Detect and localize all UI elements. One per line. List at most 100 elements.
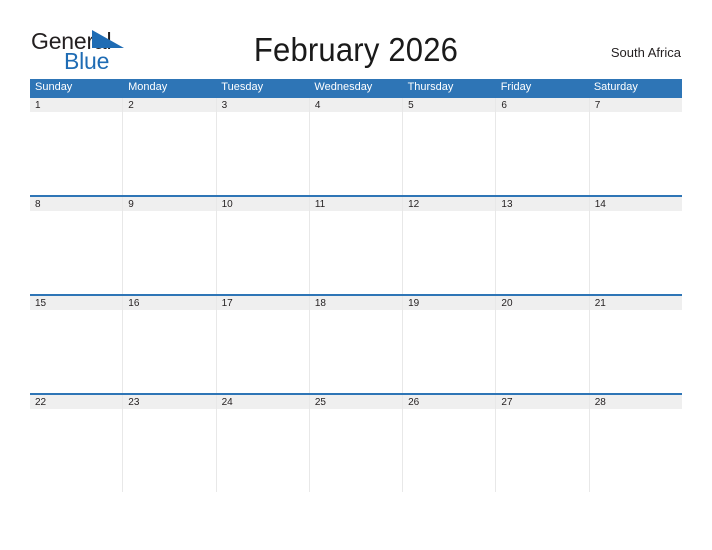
day-cell[interactable]: 22 (30, 395, 124, 492)
day-cell[interactable]: 12 (403, 197, 497, 294)
day-number-band: 16 (123, 296, 216, 311)
day-events-area[interactable] (589, 212, 682, 294)
day-number-band: 11 (309, 197, 403, 212)
day-number-band: 26 (403, 395, 496, 410)
day-cell[interactable]: 23 (123, 395, 217, 492)
day-cell[interactable]: 26 (403, 395, 497, 492)
day-cell[interactable]: 6 (496, 98, 590, 195)
day-events-area[interactable] (123, 311, 216, 393)
weekday-header-row: Sunday Monday Tuesday Wednesday Thursday… (30, 79, 682, 96)
day-cell[interactable]: 5 (403, 98, 497, 195)
day-number: 26 (408, 397, 420, 408)
day-events-area[interactable] (216, 311, 309, 393)
day-cell[interactable]: 14 (589, 197, 682, 294)
weekday-header-thursday: Thursday (407, 81, 454, 93)
day-cell[interactable]: 7 (589, 98, 682, 195)
day-number-band: 20 (496, 296, 589, 311)
day-number: 10 (221, 199, 233, 210)
day-events-area[interactable] (589, 311, 682, 393)
day-cell[interactable]: 9 (123, 197, 217, 294)
day-cell[interactable]: 15 (30, 296, 124, 393)
day-number-band: 15 (30, 296, 123, 311)
day-number: 6 (501, 100, 507, 111)
day-number: 4 (314, 100, 321, 111)
day-cell[interactable]: 11 (309, 197, 404, 294)
day-cell[interactable]: 1 (30, 98, 124, 195)
day-number-band: 21 (589, 296, 682, 311)
weekday-header-friday: Friday (500, 81, 532, 93)
day-number-band: 13 (496, 197, 589, 212)
day-number-band: 27 (496, 395, 589, 410)
day-cell[interactable]: 16 (123, 296, 217, 393)
day-number: 7 (594, 100, 601, 111)
day-cell[interactable]: 24 (216, 395, 310, 492)
day-events-area[interactable] (496, 410, 589, 492)
day-cell[interactable]: 18 (309, 296, 404, 393)
day-number: 25 (314, 397, 326, 408)
day-number-band: 10 (216, 197, 309, 212)
day-events-area[interactable] (403, 410, 496, 492)
calendar-week-row: 22 23 24 25 26 27 28 (30, 393, 682, 492)
day-events-area[interactable] (123, 410, 216, 492)
day-events-area[interactable] (589, 113, 682, 195)
day-number: 20 (501, 298, 513, 309)
day-cell[interactable]: 13 (496, 197, 590, 294)
day-events-area[interactable] (123, 113, 216, 195)
day-number-band: 4 (309, 98, 403, 113)
day-number-band: 17 (216, 296, 309, 311)
day-events-area[interactable] (216, 113, 309, 195)
page-title: February 2026 (253, 31, 459, 68)
day-cell[interactable]: 2 (123, 98, 217, 195)
calendar-grid: Sunday Monday Tuesday Wednesday Thursday… (30, 79, 682, 492)
day-number-band: 25 (309, 395, 403, 410)
day-number-band: 9 (123, 197, 216, 212)
day-number-band: 5 (403, 98, 496, 113)
weekday-header-sunday: Sunday (35, 81, 73, 93)
calendar-week-row: 8 9 10 11 12 13 14 (30, 195, 682, 294)
page-header: General Blue February 2026 South Africa (0, 0, 712, 78)
day-events-area[interactable] (403, 311, 496, 393)
day-events-area[interactable] (309, 212, 403, 294)
day-events-area[interactable] (496, 212, 589, 294)
day-events-area[interactable] (216, 212, 309, 294)
day-events-area[interactable] (309, 410, 403, 492)
day-events-area[interactable] (496, 113, 589, 195)
day-cell[interactable]: 4 (309, 98, 404, 195)
day-cell[interactable]: 10 (216, 197, 310, 294)
region-label: South Africa (610, 45, 681, 60)
calendar-page: General Blue February 2026 South Africa … (0, 0, 712, 550)
day-number-band: 23 (123, 395, 216, 410)
day-events-area[interactable] (30, 311, 123, 393)
day-events-area[interactable] (309, 113, 403, 195)
day-cell[interactable]: 19 (403, 296, 497, 393)
day-events-area[interactable] (403, 212, 496, 294)
day-events-area[interactable] (123, 212, 216, 294)
day-number: 14 (594, 199, 606, 210)
day-cell[interactable]: 28 (589, 395, 682, 492)
day-cell[interactable]: 3 (216, 98, 310, 195)
day-events-area[interactable] (403, 113, 496, 195)
day-events-area[interactable] (496, 311, 589, 393)
day-number: 8 (35, 199, 41, 210)
day-events-area[interactable] (216, 410, 309, 492)
day-events-area[interactable] (589, 410, 682, 492)
day-number-band: 1 (30, 98, 123, 113)
calendar-week-row: 1 2 3 4 5 6 7 (30, 96, 682, 195)
day-events-area[interactable] (30, 410, 123, 492)
day-cell[interactable]: 27 (496, 395, 590, 492)
day-cell[interactable]: 21 (589, 296, 682, 393)
day-cell[interactable]: 8 (30, 197, 124, 294)
day-events-area[interactable] (309, 311, 403, 393)
day-cell[interactable]: 20 (496, 296, 590, 393)
day-cell[interactable]: 17 (216, 296, 310, 393)
day-number: 2 (128, 100, 134, 111)
day-events-area[interactable] (30, 113, 123, 195)
day-cell[interactable]: 25 (309, 395, 404, 492)
day-number: 19 (408, 298, 420, 309)
day-number: 11 (314, 199, 326, 210)
day-number: 27 (501, 397, 513, 408)
day-number-band: 28 (589, 395, 682, 410)
day-number: 12 (408, 199, 420, 210)
weekday-header-tuesday: Tuesday (221, 81, 264, 93)
day-events-area[interactable] (30, 212, 123, 294)
